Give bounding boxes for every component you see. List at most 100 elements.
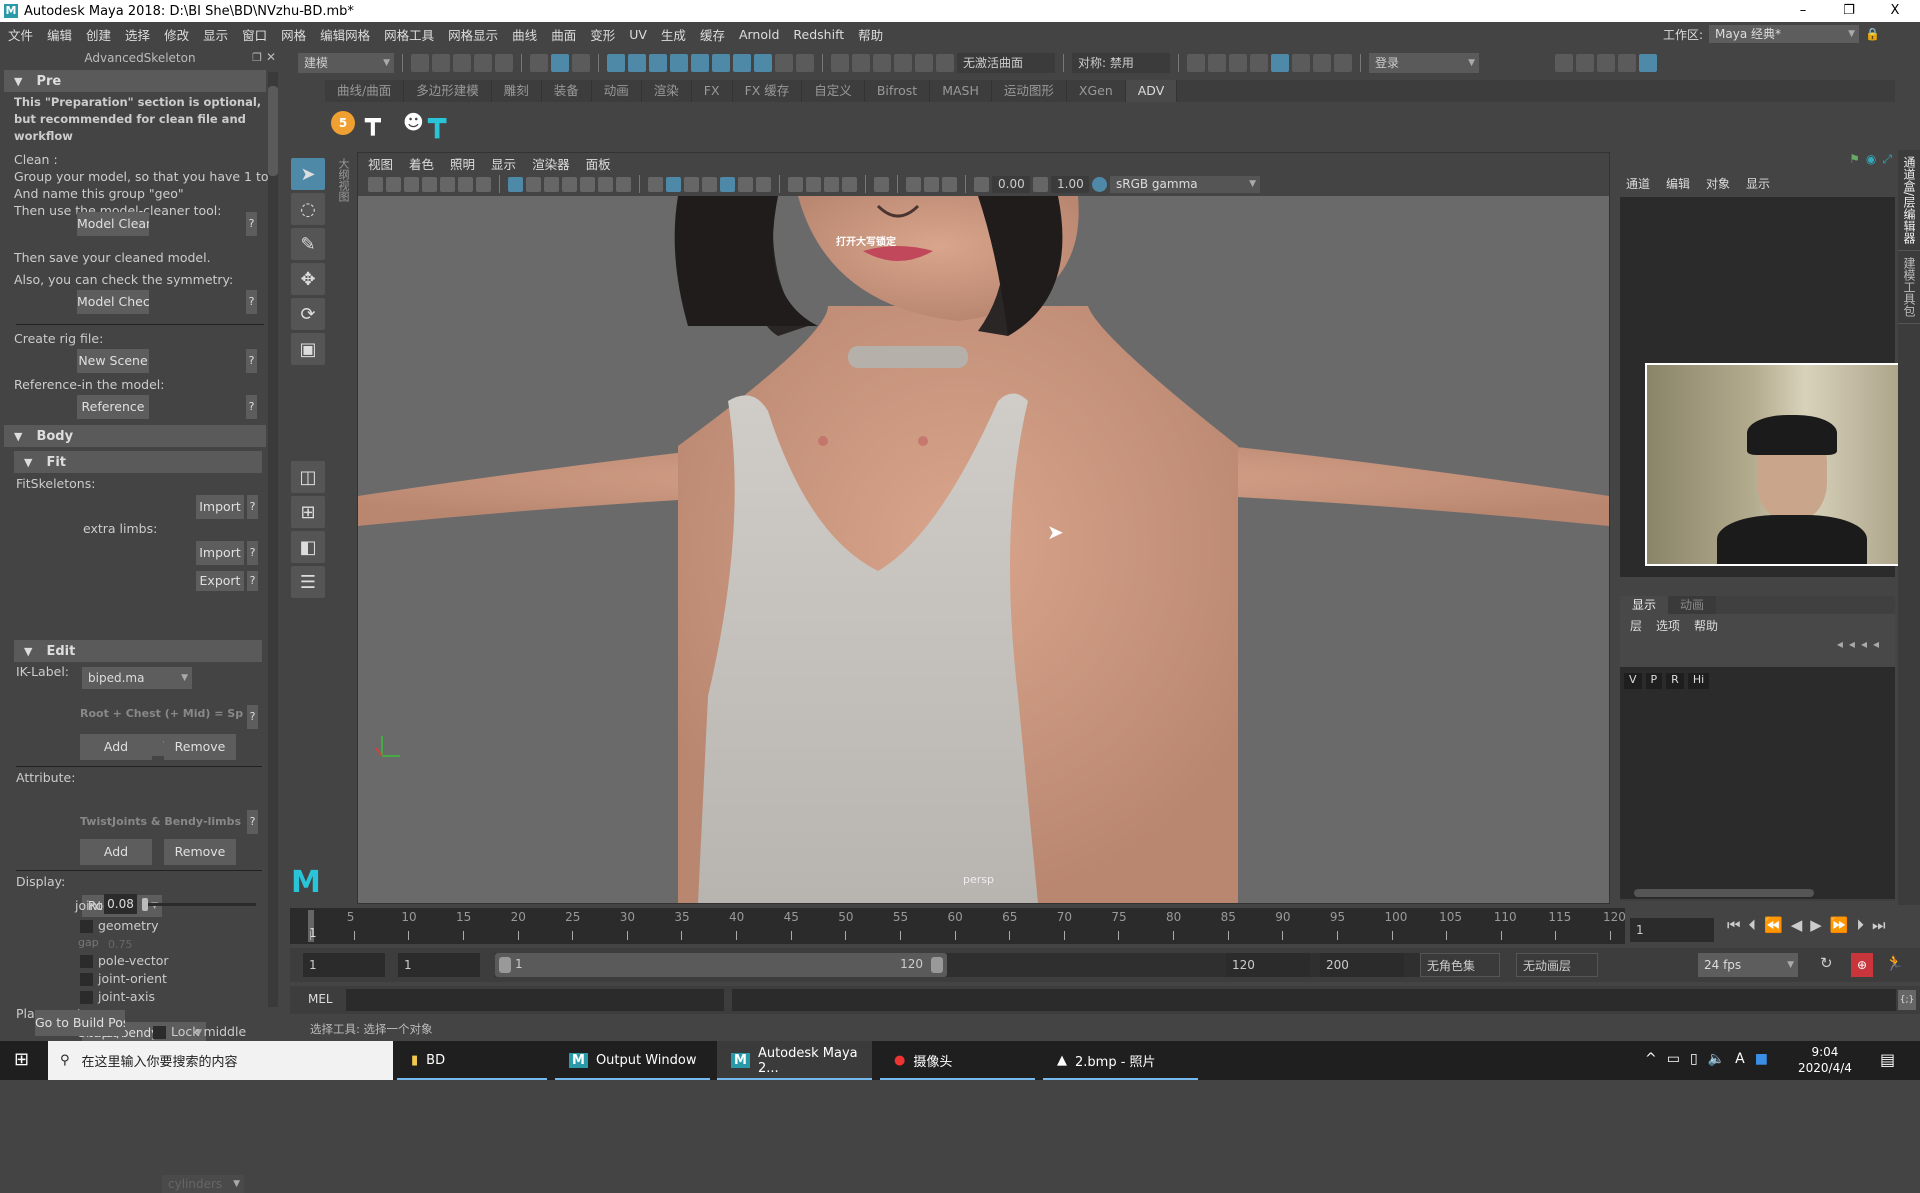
- face-icon[interactable]: ☻: [403, 110, 424, 134]
- maximize-button[interactable]: ❐: [1826, 0, 1872, 22]
- clock[interactable]: 9:04 2020/4/4: [1798, 1044, 1852, 1076]
- textured-icon[interactable]: [720, 176, 735, 192]
- layer-scrollbar[interactable]: [1620, 889, 1895, 899]
- shelf-tab[interactable]: 多边形建模: [404, 80, 492, 102]
- gamma-field[interactable]: 1.00: [1051, 175, 1089, 193]
- help-button[interactable]: ?: [246, 395, 257, 419]
- menu-item[interactable]: 网格显示: [448, 25, 498, 44]
- model-check-button[interactable]: Model Check: [77, 290, 149, 314]
- script-editor-icon[interactable]: {;}: [1898, 990, 1916, 1010]
- playback-start-field[interactable]: 1: [398, 953, 480, 977]
- shelf-tab[interactable]: 雕刻: [492, 80, 542, 102]
- menu-item[interactable]: 编辑网格: [320, 25, 370, 44]
- outliner-side-label[interactable]: 大纲视图: [337, 158, 351, 202]
- layer-column-header[interactable]: Hi: [1687, 673, 1710, 689]
- help-button[interactable]: ?: [246, 212, 257, 236]
- menu-item[interactable]: 网格工具: [384, 25, 434, 44]
- menu-item[interactable]: 变形: [590, 25, 615, 44]
- joint-size-slider[interactable]: [142, 898, 256, 911]
- taskbar-app-output[interactable]: M Output Window: [555, 1041, 710, 1080]
- viewport-menu-item[interactable]: 渲染器: [532, 154, 570, 173]
- snap-point-icon[interactable]: [649, 54, 667, 72]
- menu-set-dropdown[interactable]: 建模: [298, 53, 394, 73]
- taskbar-search[interactable]: ⚲ 在这里输入你要搜索的内容: [48, 1041, 393, 1080]
- workspace-dropdown[interactable]: Maya 经典*: [1709, 25, 1860, 43]
- help-icon[interactable]: [754, 54, 772, 72]
- xray-joints-icon[interactable]: [924, 176, 939, 192]
- shelf-tab[interactable]: 自定义: [802, 80, 865, 102]
- windows-start-icon[interactable]: ⊞: [14, 1049, 29, 1070]
- depth-of-field-icon[interactable]: [842, 176, 857, 192]
- render-view-icon[interactable]: [1292, 54, 1310, 72]
- menu-item[interactable]: 缓存: [700, 25, 725, 44]
- layer-column-header[interactable]: P: [1645, 673, 1663, 689]
- ime-icon[interactable]: A: [1735, 1051, 1745, 1067]
- viewport-menu-item[interactable]: 显示: [491, 154, 516, 173]
- snap-grid-icon[interactable]: [607, 54, 625, 72]
- layer-menu-item[interactable]: 选项: [1656, 617, 1680, 634]
- menu-item[interactable]: 选择: [125, 25, 150, 44]
- advanced-skeleton-icon[interactable]: 5: [331, 111, 355, 135]
- snap-surface-icon[interactable]: [712, 54, 730, 72]
- layer-menu-item[interactable]: 层: [1630, 617, 1642, 634]
- select-tool-icon[interactable]: ➤: [291, 158, 325, 190]
- channel-box-icon[interactable]: [1639, 54, 1657, 72]
- step-back-icon[interactable]: ⏴: [1749, 916, 1757, 934]
- render-sequence-icon[interactable]: [1208, 54, 1226, 72]
- menu-item[interactable]: 网格: [281, 25, 306, 44]
- character-set-field[interactable]: 无角色集: [1420, 953, 1500, 977]
- two-view-icon[interactable]: ◧: [291, 531, 325, 563]
- hypershade-icon[interactable]: [1271, 54, 1289, 72]
- snap-live-icon[interactable]: [691, 54, 709, 72]
- login-dropdown[interactable]: 登录: [1369, 53, 1479, 73]
- step-forward-icon[interactable]: ⏵: [1857, 916, 1865, 934]
- fitskeleton-dropdown[interactable]: biped.ma: [82, 667, 192, 689]
- tab-channel-box[interactable]: 通道盒/层编辑器: [1898, 150, 1920, 252]
- float-icon[interactable]: ❐: [252, 51, 262, 64]
- menu-item[interactable]: UV: [629, 27, 647, 42]
- taskbar-app-camera[interactable]: ● 摄像头: [880, 1041, 1035, 1080]
- magnet-icon[interactable]: [831, 54, 849, 72]
- viewport-menu-item[interactable]: 视图: [368, 154, 393, 173]
- body-section-header[interactable]: Body: [36, 429, 73, 444]
- go-to-end-icon[interactable]: ⏭: [1872, 916, 1886, 934]
- battery-icon[interactable]: ▭: [1667, 1051, 1680, 1067]
- shadows-icon[interactable]: [756, 176, 771, 192]
- shelf-tab[interactable]: XGen: [1067, 80, 1126, 102]
- picker-icon[interactable]: ┳: [428, 104, 446, 139]
- shelf-tab[interactable]: FX 缓存: [733, 80, 803, 102]
- time-slider[interactable]: 1 5 10 15 20 25 30 35 40 45 50 55 60 65 70 75 80 85 90 95 1…: [290, 908, 1626, 944]
- anim-layer-field[interactable]: 无动画层: [1516, 953, 1598, 977]
- fps-dropdown[interactable]: 24 fps: [1698, 953, 1798, 977]
- help-button[interactable]: ?: [247, 571, 258, 591]
- taskbar-app-explorer[interactable]: ▮ BD: [397, 1041, 547, 1080]
- pause-icon[interactable]: [1334, 54, 1352, 72]
- attribute-icon[interactable]: ◉: [1866, 152, 1876, 167]
- magnet-icon[interactable]: [852, 54, 870, 72]
- notification-icon[interactable]: ▤: [1880, 1050, 1895, 1069]
- modeling-toolkit-icon[interactable]: [1555, 54, 1573, 72]
- geometry-checkbox[interactable]: [80, 920, 93, 933]
- viewport-menu-item[interactable]: 面板: [586, 154, 611, 173]
- volume-icon[interactable]: 🔈: [1708, 1051, 1725, 1067]
- expand-icon[interactable]: ⤢: [1882, 152, 1892, 167]
- open-scene-icon[interactable]: [432, 54, 450, 72]
- network-icon[interactable]: ▯: [1690, 1051, 1698, 1067]
- layer-buttons[interactable]: ◂◂◂◂: [1620, 637, 1895, 667]
- gamma-icon[interactable]: [1033, 176, 1048, 192]
- layer-menu-item[interactable]: 帮助: [1694, 617, 1718, 634]
- tool-settings-icon[interactable]: [1618, 54, 1636, 72]
- anim-prefs-icon[interactable]: 🏃: [1885, 954, 1904, 972]
- layer-column-header[interactable]: R: [1666, 673, 1684, 689]
- snap-icon[interactable]: [733, 54, 751, 72]
- outliner-icon[interactable]: ☰: [291, 566, 325, 598]
- 2d-pan-icon[interactable]: [458, 176, 473, 192]
- wireframe-on-shaded-icon[interactable]: [702, 176, 717, 192]
- lock-middle-checkbox[interactable]: [153, 1026, 166, 1039]
- redo-icon[interactable]: [495, 54, 513, 72]
- import-limbs-button[interactable]: Import: [196, 541, 244, 565]
- shelf-tab[interactable]: Bifrost: [865, 80, 931, 102]
- shelf-tab[interactable]: ADV: [1125, 80, 1178, 102]
- render-frame-icon[interactable]: [1187, 54, 1205, 72]
- shelf-tab[interactable]: 装备: [542, 80, 592, 102]
